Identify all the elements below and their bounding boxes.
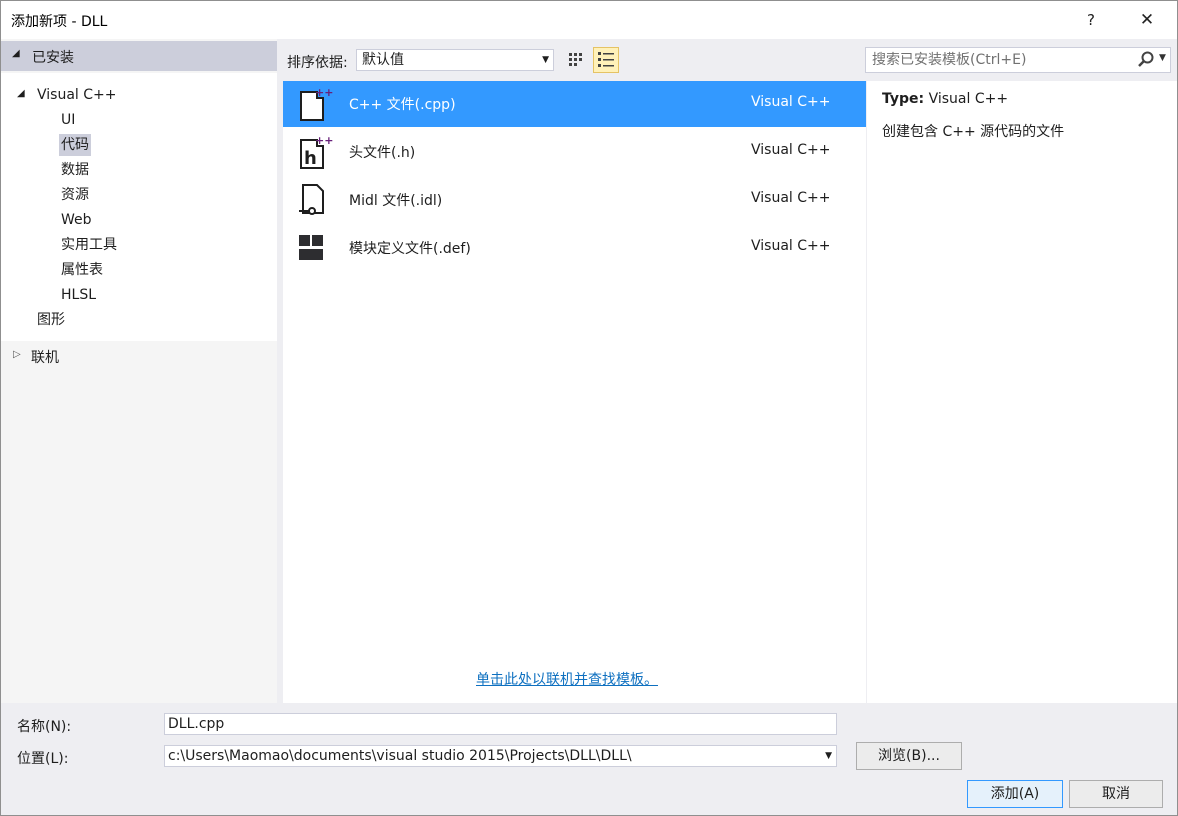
template-toolbar: 排序依据: 默认值 ▼ 搜索已安装模板(Ctrl+E) ▼ — [279, 39, 1177, 81]
tree-node-data[interactable]: 数据 — [59, 159, 91, 181]
template-name: 头文件(.h) — [349, 145, 416, 161]
detail-description: 创建包含 C++ 源代码的文件 — [882, 124, 1065, 140]
template-name: Midl 文件(.idl) — [349, 193, 443, 209]
template-item-def[interactable]: 模块定义文件(.def) Visual C++ — [283, 225, 866, 271]
add-button[interactable]: 添加(A) — [967, 780, 1063, 808]
search-icon[interactable] — [1136, 50, 1156, 70]
cancel-button[interactable]: 取消 — [1069, 780, 1163, 808]
chevron-down-icon: ▼ — [542, 55, 549, 65]
name-input[interactable]: DLL.cpp — [164, 713, 837, 735]
template-item-header[interactable]: h ++ 头文件(.h) Visual C++ — [283, 129, 866, 175]
tree-node-code[interactable]: 代码 — [59, 134, 91, 156]
name-label: 名称(N): — [17, 719, 72, 735]
tree-node-ui[interactable]: UI — [59, 109, 77, 131]
type-label: Type: — [882, 91, 925, 107]
sort-dropdown[interactable]: 默认值 ▼ — [356, 49, 554, 71]
list-view-button[interactable] — [593, 47, 619, 73]
close-button[interactable]: ✕ — [1127, 7, 1167, 33]
cpp-file-icon: ++ — [300, 86, 333, 121]
def-file-icon — [299, 235, 323, 260]
template-details: Type: Visual C++ 创建包含 C++ 源代码的文件 — [867, 81, 1177, 703]
template-list: ++ C++ 文件(.cpp) Visual C++ h ++ 头文件(.h) … — [283, 81, 866, 703]
chevron-down-icon[interactable]: ▼ — [825, 746, 832, 766]
help-button[interactable]: ? — [1073, 7, 1109, 33]
tree-node-resource[interactable]: 资源 — [59, 184, 91, 206]
list-view-icon — [598, 52, 614, 67]
tree-node-property-sheets[interactable]: 属性表 — [59, 259, 105, 281]
template-item-idl[interactable]: Midl 文件(.idl) Visual C++ — [283, 177, 866, 223]
online-category[interactable]: ▷ 联机 — [1, 345, 277, 369]
expand-right-arrow-icon[interactable]: ▷ — [13, 349, 21, 360]
location-input[interactable]: c:\Users\Maomao\documents\visual studio … — [164, 745, 837, 767]
tree-node-graphics[interactable]: 图形 — [35, 309, 67, 331]
search-input[interactable] — [866, 48, 1126, 72]
category-panel: ◢ 已安装 ◢ Visual C++ UI 代码 数据 资源 Web 实用工具 … — [1, 39, 277, 703]
template-name: C++ 文件(.cpp) — [349, 97, 456, 113]
idl-file-icon — [299, 184, 324, 215]
template-search[interactable]: ▼ — [865, 47, 1171, 73]
category-tree: ◢ Visual C++ UI 代码 数据 资源 Web 实用工具 属性表 HL… — [1, 73, 277, 341]
tree-node-utility[interactable]: 实用工具 — [59, 234, 119, 256]
find-templates-online-link[interactable]: 单击此处以联机并查找模板。 — [476, 669, 658, 689]
template-language: Visual C++ — [751, 142, 831, 158]
tree-node-web[interactable]: Web — [59, 209, 94, 231]
svg-text:++: ++ — [315, 134, 333, 147]
template-language: Visual C++ — [751, 238, 831, 254]
tree-node-hlsl[interactable]: HLSL — [59, 284, 98, 306]
browse-button[interactable]: 浏览(B)... — [856, 742, 962, 770]
title-bar: 添加新项 - DLL ? ✕ — [1, 1, 1177, 39]
installed-header[interactable]: ◢ 已安装 — [1, 41, 277, 71]
template-language: Visual C++ — [751, 190, 831, 206]
online-label: 联机 — [31, 350, 59, 366]
expand-arrow-icon[interactable]: ◢ — [17, 88, 25, 99]
detail-type: Type: Visual C++ — [882, 91, 1008, 107]
template-item-cpp[interactable]: ++ C++ 文件(.cpp) Visual C++ — [283, 81, 866, 127]
item-form: 名称(N): DLL.cpp 位置(L): c:\Users\Maomao\do… — [1, 703, 1177, 815]
small-icons-view-button[interactable] — [563, 47, 589, 73]
main-area: ◢ 已安装 ◢ Visual C++ UI 代码 数据 资源 Web 实用工具 … — [1, 39, 1177, 703]
header-file-icon: h ++ — [300, 134, 333, 169]
type-value: Visual C++ — [928, 91, 1009, 107]
dialog-title: 添加新项 - DLL — [11, 14, 108, 30]
location-label: 位置(L): — [17, 751, 69, 767]
svg-text:++: ++ — [315, 86, 333, 99]
svg-text:h: h — [304, 148, 317, 169]
template-name: 模块定义文件(.def) — [349, 241, 471, 257]
grid-view-icon — [569, 53, 582, 66]
search-options-chevron-icon[interactable]: ▼ — [1159, 53, 1166, 63]
sort-value: 默认值 — [362, 52, 404, 68]
location-value: c:\Users\Maomao\documents\visual studio … — [168, 748, 632, 764]
add-new-item-dialog: 添加新项 - DLL ? ✕ ◢ 已安装 ◢ Visual C++ UI 代码 … — [0, 0, 1178, 816]
tree-node-visual-cpp[interactable]: Visual C++ — [35, 84, 118, 106]
installed-label: 已安装 — [32, 50, 74, 66]
sort-label: 排序依据: — [287, 55, 348, 71]
collapse-arrow-icon[interactable]: ◢ — [12, 48, 20, 59]
template-language: Visual C++ — [751, 94, 831, 110]
